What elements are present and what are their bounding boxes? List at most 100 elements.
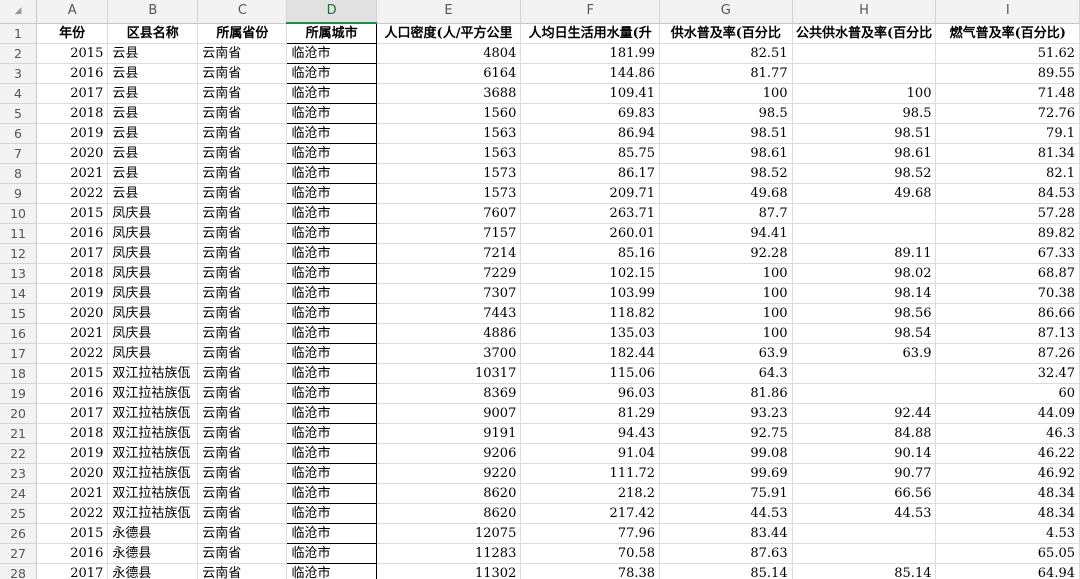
table-cell[interactable]: 118.82 [520,303,661,324]
table-cell[interactable]: 2019 [36,283,109,304]
table-cell[interactable]: 67.33 [935,243,1080,264]
table-cell[interactable]: 64.94 [935,563,1080,579]
table-cell[interactable]: 81.34 [935,143,1080,164]
table-cell[interactable]: 临沧市 [286,83,377,104]
table-cell[interactable]: 2018 [36,423,109,444]
table-cell[interactable]: 2020 [36,303,109,324]
table-cell[interactable]: 11283 [376,543,522,564]
column-title-cell[interactable]: 供水普及率(百分比 [659,23,793,44]
table-cell[interactable]: 双江拉祜族佤 [107,403,199,424]
row-number[interactable]: 18 [0,363,38,384]
table-cell[interactable]: 75.91 [659,483,793,504]
table-cell[interactable]: 云南省 [197,163,288,184]
table-cell[interactable]: 85.16 [520,243,661,264]
table-cell[interactable]: 49.68 [792,183,937,204]
table-cell[interactable]: 87.7 [659,203,793,224]
row-number[interactable]: 20 [0,403,38,424]
table-cell[interactable]: 100 [659,83,793,104]
table-cell[interactable]: 92.75 [659,423,793,444]
table-cell[interactable]: 63.9 [792,343,937,364]
table-cell[interactable]: 2017 [36,563,109,579]
table-cell[interactable]: 云南省 [197,303,288,324]
table-cell[interactable]: 87.63 [659,543,793,564]
table-cell[interactable]: 98.52 [659,163,793,184]
table-cell[interactable]: 2019 [36,443,109,464]
table-cell[interactable]: 65.05 [935,543,1080,564]
row-number[interactable]: 10 [0,203,38,224]
table-cell[interactable]: 2022 [36,343,109,364]
table-cell[interactable]: 临沧市 [286,563,377,579]
table-cell[interactable]: 双江拉祜族佤 [107,503,199,524]
table-cell[interactable]: 9191 [376,423,522,444]
table-cell[interactable]: 1573 [376,163,522,184]
table-cell[interactable]: 66.56 [792,483,937,504]
row-number[interactable]: 5 [0,103,38,124]
table-cell[interactable]: 临沧市 [286,263,377,284]
table-cell[interactable]: 2020 [36,463,109,484]
table-cell[interactable]: 89.82 [935,223,1080,244]
table-cell[interactable]: 临沧市 [286,223,377,244]
column-title-cell[interactable]: 人均日生活用水量(升 [520,23,661,44]
row-number[interactable]: 1 [0,23,38,44]
table-cell[interactable]: 云南省 [197,423,288,444]
table-cell[interactable]: 7607 [376,203,522,224]
table-cell[interactable]: 临沧市 [286,243,377,264]
table-cell[interactable]: 98.51 [792,123,937,144]
table-cell[interactable]: 81.29 [520,403,661,424]
table-cell[interactable]: 100 [659,263,793,284]
table-cell[interactable]: 84.53 [935,183,1080,204]
table-cell[interactable]: 92.28 [659,243,793,264]
table-cell[interactable]: 临沧市 [286,363,377,384]
column-header-h[interactable]: H [792,0,937,24]
table-cell[interactable]: 89.11 [792,243,937,264]
table-cell[interactable]: 7214 [376,243,522,264]
table-cell[interactable]: 109.41 [520,83,661,104]
table-cell[interactable]: 69.83 [520,103,661,124]
row-number[interactable]: 13 [0,263,38,284]
table-cell[interactable]: 云南省 [197,323,288,344]
column-header-g[interactable]: G [659,0,793,24]
table-cell[interactable]: 临沧市 [286,123,377,144]
table-cell[interactable]: 双江拉祜族佤 [107,363,199,384]
table-cell[interactable]: 2021 [36,323,109,344]
table-cell[interactable]: 云南省 [197,243,288,264]
table-cell[interactable]: 115.06 [520,363,661,384]
table-cell[interactable]: 85.75 [520,143,661,164]
table-cell[interactable]: 2016 [36,223,109,244]
table-cell[interactable]: 98.61 [792,143,937,164]
select-all-corner[interactable]: ◢ [0,0,38,24]
row-number[interactable]: 8 [0,163,38,184]
table-cell[interactable]: 云南省 [197,443,288,464]
table-cell[interactable]: 51.62 [935,43,1080,64]
table-cell[interactable]: 永德县 [107,543,199,564]
table-cell[interactable]: 8620 [376,483,522,504]
table-cell[interactable]: 79.1 [935,123,1080,144]
table-cell[interactable]: 99.69 [659,463,793,484]
table-cell[interactable]: 临沧市 [286,383,377,404]
table-cell[interactable]: 凤庆县 [107,243,199,264]
table-cell[interactable]: 44.53 [659,503,793,524]
table-cell[interactable]: 临沧市 [286,183,377,204]
table-cell[interactable]: 100 [792,83,937,104]
column-header-d[interactable]: D [286,0,377,24]
table-cell[interactable]: 云县 [107,103,199,124]
column-header-c[interactable]: C [197,0,288,24]
table-cell[interactable]: 凤庆县 [107,223,199,244]
table-cell[interactable]: 32.47 [935,363,1080,384]
table-cell[interactable]: 82.1 [935,163,1080,184]
row-number[interactable]: 15 [0,303,38,324]
table-cell[interactable]: 98.61 [659,143,793,164]
table-cell[interactable]: 98.5 [792,103,937,124]
table-cell[interactable]: 临沧市 [286,343,377,364]
table-cell[interactable]: 2015 [36,363,109,384]
table-cell[interactable]: 云县 [107,63,199,84]
table-cell[interactable]: 48.34 [935,503,1080,524]
table-cell[interactable]: 182.44 [520,343,661,364]
table-cell[interactable]: 48.34 [935,483,1080,504]
table-cell[interactable]: 凤庆县 [107,303,199,324]
table-cell[interactable]: 218.2 [520,483,661,504]
row-number[interactable]: 3 [0,63,38,84]
table-cell[interactable]: 临沧市 [286,283,377,304]
table-cell[interactable]: 2016 [36,543,109,564]
column-header-f[interactable]: F [520,0,661,24]
